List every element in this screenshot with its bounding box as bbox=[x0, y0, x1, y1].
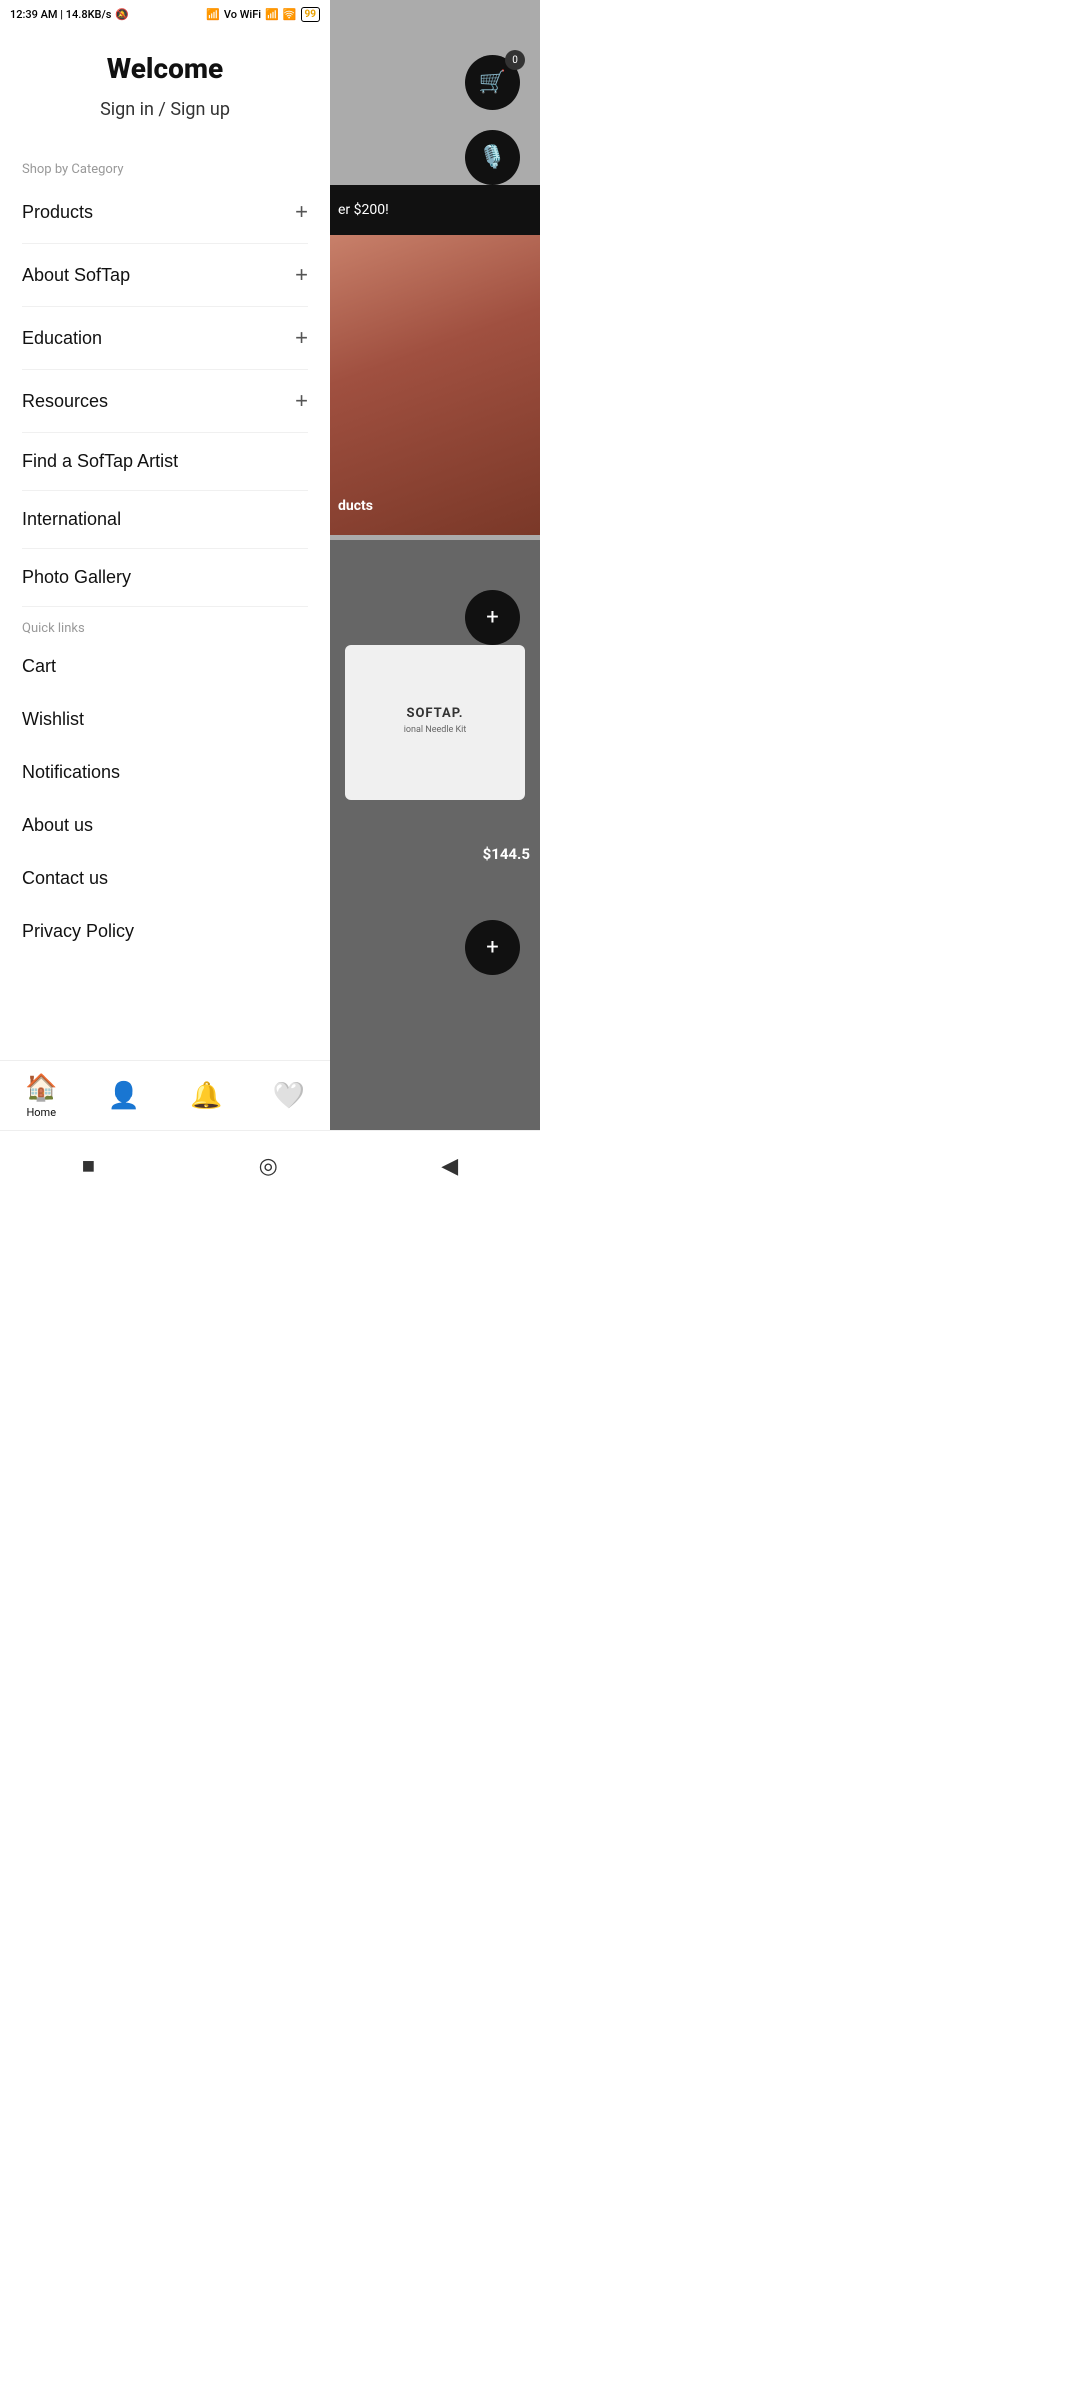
nav-item-international-label: International bbox=[22, 509, 121, 530]
product-card-bg: SOFTAP. ional Needle Kit bbox=[345, 645, 525, 800]
sidebar-header: Welcome Sign in / Sign up bbox=[0, 28, 330, 154]
android-nav-bar: ■ ◎ ◀ bbox=[0, 1130, 540, 1200]
status-bar: 12:39 AM | 14.8KB/s 🔕 📶 Vo WiFi 📶 🛜 99 bbox=[0, 0, 330, 28]
mute-icon: 🔕 bbox=[115, 8, 129, 21]
signal2-icon: 📶 bbox=[265, 8, 279, 21]
status-right: 📶 Vo WiFi 📶 🛜 99 bbox=[206, 7, 320, 22]
android-back-button[interactable]: ◀ bbox=[421, 1145, 478, 1187]
nav-item-gallery[interactable]: Photo Gallery bbox=[0, 549, 330, 606]
bottom-nav-notifications[interactable]: 🔔 bbox=[178, 1075, 234, 1117]
android-home-button[interactable]: ◎ bbox=[239, 1145, 298, 1187]
expand-products-icon: + bbox=[295, 199, 308, 225]
signin-link[interactable]: Sign in / Sign up bbox=[22, 99, 308, 120]
home-icon: 🏠 bbox=[25, 1073, 57, 1103]
quick-link-notifications[interactable]: Notifications bbox=[0, 746, 330, 799]
expand-about-icon: + bbox=[295, 262, 308, 288]
expand-education-icon: + bbox=[295, 325, 308, 351]
status-time: 12:39 AM | 14.8KB/s bbox=[10, 8, 111, 21]
quick-link-cart[interactable]: Cart bbox=[0, 640, 330, 693]
quick-link-wishlist[interactable]: Wishlist bbox=[0, 693, 330, 746]
quick-links-nav: Cart Wishlist Notifications About us Con… bbox=[0, 640, 330, 958]
wifi2-icon: 🛜 bbox=[283, 8, 297, 21]
quick-links-section-label: Quick links bbox=[0, 607, 330, 640]
nav-item-products[interactable]: Products + bbox=[0, 181, 330, 243]
quick-link-contact-us[interactable]: Contact us bbox=[0, 852, 330, 905]
nav-item-education[interactable]: Education + bbox=[0, 307, 330, 369]
promo-banner-bg: er $200! bbox=[330, 185, 540, 235]
mic-icon-bg: 🎙️ bbox=[465, 130, 520, 185]
sidebar-welcome-title: Welcome bbox=[22, 52, 308, 85]
cart-icon-bg: 🛒 0 bbox=[465, 55, 520, 110]
nav-item-about[interactable]: About SofTap + bbox=[0, 244, 330, 306]
android-square-button[interactable]: ■ bbox=[62, 1145, 115, 1187]
expand-resources-icon: + bbox=[295, 388, 308, 414]
bottom-nav-home-label: Home bbox=[26, 1106, 56, 1119]
wifi-icon: Vo WiFi bbox=[224, 8, 261, 21]
nav-item-products-label: Products bbox=[22, 202, 93, 223]
profile-icon: 👤 bbox=[108, 1081, 140, 1111]
cart-badge: 0 bbox=[505, 50, 525, 70]
nav-item-resources[interactable]: Resources + bbox=[0, 370, 330, 432]
quick-link-privacy-policy[interactable]: Privacy Policy bbox=[0, 905, 330, 958]
nav-item-find-artist-label: Find a SofTap Artist bbox=[22, 451, 178, 472]
quick-link-about-us[interactable]: About us bbox=[0, 799, 330, 852]
bottom-nav-bar: 🏠 Home 👤 🔔 🤍 bbox=[0, 1060, 330, 1130]
sidebar-drawer: 12:39 AM | 14.8KB/s 🔕 📶 Vo WiFi 📶 🛜 99 W… bbox=[0, 0, 330, 1200]
nav-item-international[interactable]: International bbox=[0, 491, 330, 548]
nav-item-gallery-label: Photo Gallery bbox=[22, 567, 131, 588]
category-section-label: Shop by Category bbox=[0, 154, 330, 181]
bottom-nav-wishlist[interactable]: 🤍 bbox=[261, 1075, 317, 1117]
add-product-button-bg: + bbox=[465, 590, 520, 645]
bottom-nav-home[interactable]: 🏠 Home bbox=[13, 1067, 69, 1125]
bottom-nav-profile[interactable]: 👤 bbox=[96, 1075, 152, 1117]
nav-item-resources-label: Resources bbox=[22, 391, 108, 412]
status-left: 12:39 AM | 14.8KB/s 🔕 bbox=[10, 8, 129, 21]
nav-item-about-label: About SofTap bbox=[22, 265, 130, 286]
heart-icon: 🤍 bbox=[273, 1081, 305, 1111]
category-nav: Products + About SofTap + Education + Re… bbox=[0, 181, 330, 607]
battery-indicator: 99 bbox=[301, 7, 320, 22]
product-price-bg: $144.5 bbox=[483, 845, 530, 863]
add-product-button2-bg: + bbox=[465, 920, 520, 975]
signal-icon: 📶 bbox=[206, 8, 220, 21]
product-text-bg: ducts bbox=[330, 490, 540, 522]
bell-icon: 🔔 bbox=[190, 1081, 222, 1111]
nav-item-education-label: Education bbox=[22, 328, 102, 349]
nav-item-find-artist[interactable]: Find a SofTap Artist bbox=[0, 433, 330, 490]
